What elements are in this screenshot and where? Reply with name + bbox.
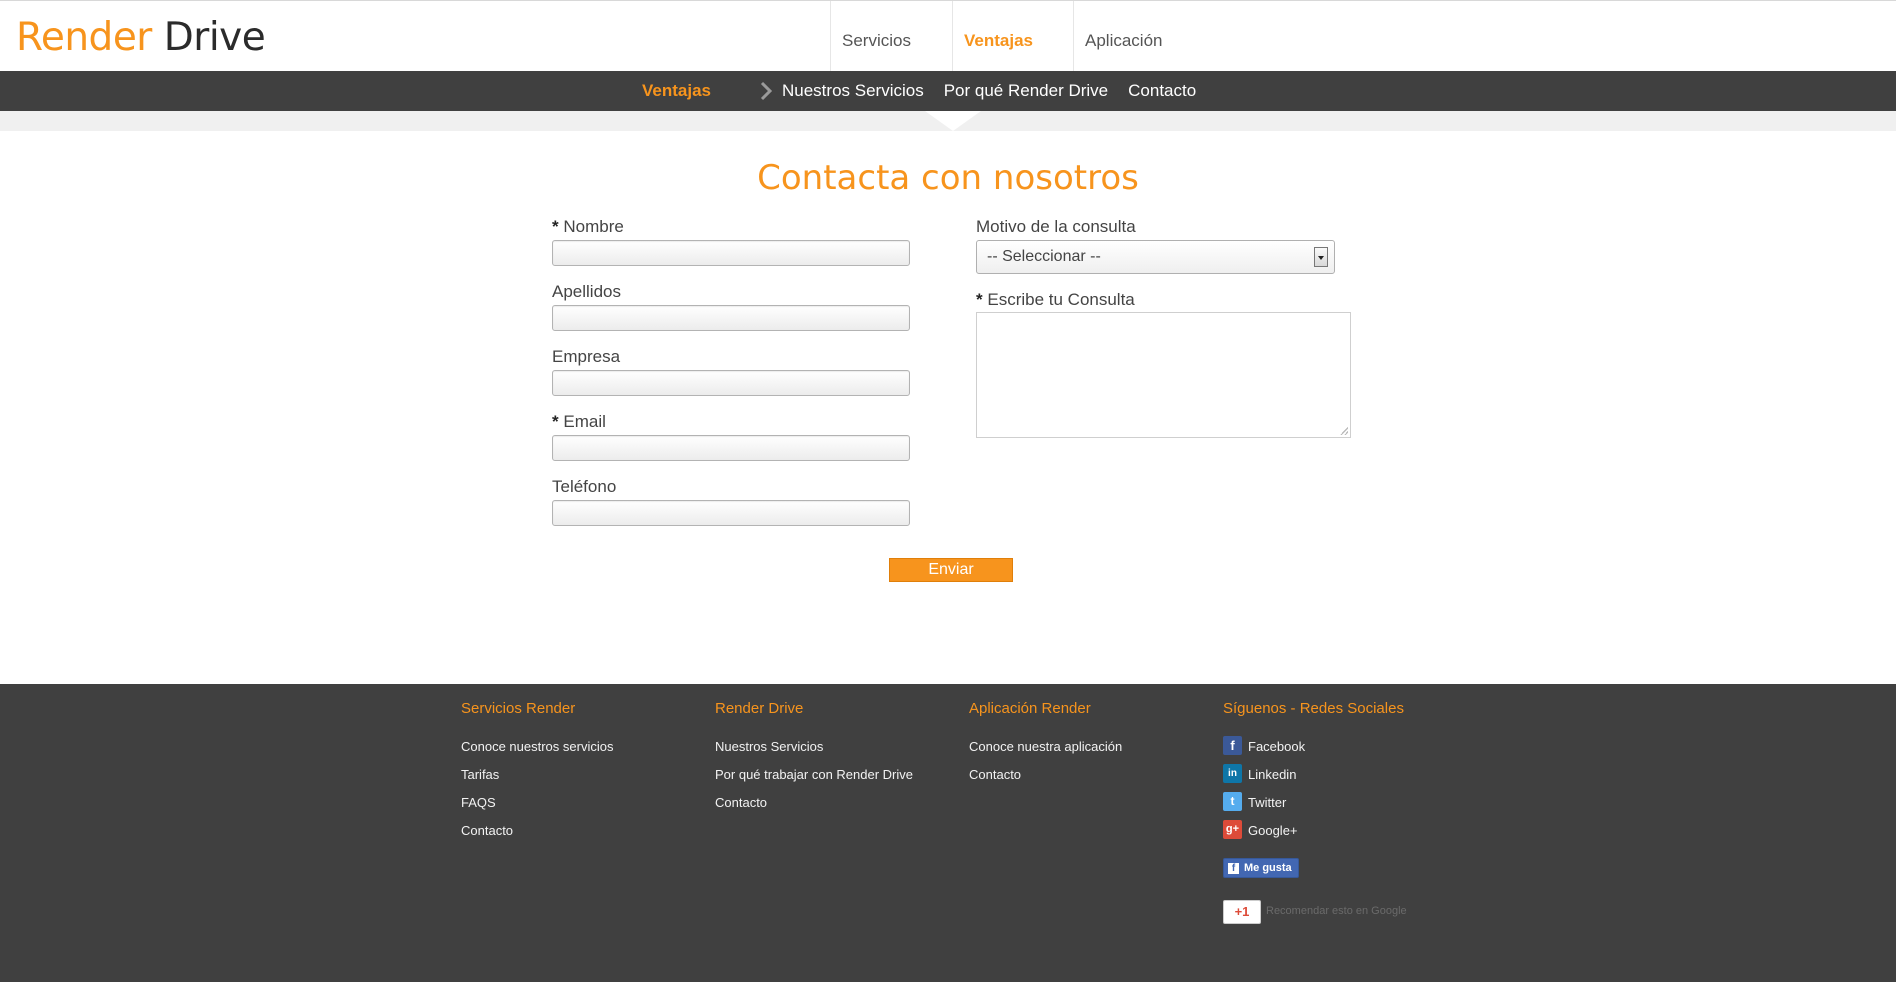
site-logo[interactable]: Render Drive (16, 15, 266, 60)
sub-nav-nuestros-servicios[interactable]: Nuestros Servicios (782, 71, 924, 111)
top-nav: Servicios Ventajas Aplicación (830, 1, 1193, 71)
site-header: Render Drive Servicios Ventajas Aplicaci… (0, 1, 1896, 71)
dropdown-arrow-icon[interactable] (1314, 247, 1328, 267)
footer-link[interactable]: Contacto (461, 823, 513, 838)
top-nav-ventajas[interactable]: Ventajas (952, 1, 1073, 71)
telefono-input[interactable] (552, 500, 910, 526)
email-label: * Email (552, 412, 606, 432)
sub-nav-por-que-render-drive[interactable]: Por qué Render Drive (944, 71, 1108, 111)
footer-link[interactable]: Nuestros Servicios (715, 739, 823, 754)
page-title: Contacta con nosotros (757, 158, 1139, 198)
sub-nav-links: Nuestros Servicios Por qué Render Drive … (782, 71, 1216, 111)
sub-nav-bar: Ventajas Nuestros Servicios Por qué Rend… (0, 71, 1896, 111)
logo-part-render: Render (16, 15, 152, 60)
twitter-icon[interactable]: t (1223, 792, 1242, 811)
facebook-icon[interactable]: f (1223, 736, 1242, 755)
footer-heading: Servicios Render (461, 700, 576, 717)
google-plusone-button[interactable]: +1 (1223, 900, 1261, 924)
chevron-right-icon (760, 81, 773, 101)
footer-social-googleplus[interactable]: Google+ (1248, 823, 1298, 838)
sub-nav-contacto[interactable]: Contacto (1128, 71, 1196, 111)
apellidos-input[interactable] (552, 305, 910, 331)
recommend-google-text: Recomendar esto en Google (1266, 905, 1407, 917)
footer-link[interactable]: Por qué trabajar con Render Drive (715, 767, 913, 782)
email-input[interactable] (552, 435, 910, 461)
top-nav-aplicacion[interactable]: Aplicación (1073, 1, 1193, 71)
consulta-textarea[interactable] (976, 312, 1351, 438)
required-mark: * (976, 290, 983, 309)
footer-link[interactable]: Conoce nuestros servicios (461, 739, 613, 754)
footer-heading: Aplicación Render (969, 700, 1091, 717)
linkedin-icon[interactable]: in (1223, 764, 1242, 783)
sub-nav-current-section[interactable]: Ventajas (642, 71, 711, 111)
footer-social-linkedin[interactable]: Linkedin (1248, 767, 1296, 782)
email-label-text: Email (563, 412, 606, 431)
footer-social-twitter[interactable]: Twitter (1248, 795, 1286, 810)
motivo-select-value: -- Seleccionar -- (987, 248, 1101, 265)
telefono-label: Teléfono (552, 477, 617, 496)
consulta-label: * Escribe tu Consulta (976, 290, 1135, 310)
facebook-like-button[interactable]: f Me gusta (1223, 858, 1299, 878)
footer-link[interactable]: Tarifas (461, 767, 499, 782)
footer-link[interactable]: FAQS (461, 795, 496, 810)
footer-heading: Síguenos - Redes Sociales (1223, 700, 1404, 717)
site-footer (0, 684, 1896, 982)
resize-grip-icon[interactable] (1340, 427, 1348, 435)
motivo-select[interactable]: -- Seleccionar -- (976, 240, 1335, 274)
top-nav-servicios[interactable]: Servicios (830, 1, 952, 71)
footer-link[interactable]: Contacto (715, 795, 767, 810)
motivo-label: Motivo de la consulta (976, 217, 1136, 236)
empresa-input[interactable] (552, 370, 910, 396)
send-button[interactable]: Enviar (889, 558, 1013, 582)
consulta-label-text: Escribe tu Consulta (987, 290, 1135, 309)
apellidos-label: Apellidos (552, 282, 621, 301)
required-mark: * (552, 217, 559, 236)
divider-notch (925, 111, 981, 131)
required-mark: * (552, 412, 559, 431)
google-plus-icon[interactable]: g+ (1223, 820, 1242, 839)
logo-part-drive: Drive (163, 15, 266, 60)
nombre-label-text: Nombre (563, 217, 624, 236)
footer-link[interactable]: Contacto (969, 767, 1021, 782)
facebook-icon: f (1228, 863, 1239, 874)
nombre-label: * Nombre (552, 217, 624, 237)
like-label: Me gusta (1244, 862, 1292, 874)
footer-social-facebook[interactable]: Facebook (1248, 739, 1305, 754)
footer-link[interactable]: Conoce nuestra aplicación (969, 739, 1122, 754)
nombre-input[interactable] (552, 240, 910, 266)
footer-heading: Render Drive (715, 700, 804, 717)
empresa-label: Empresa (552, 347, 621, 366)
